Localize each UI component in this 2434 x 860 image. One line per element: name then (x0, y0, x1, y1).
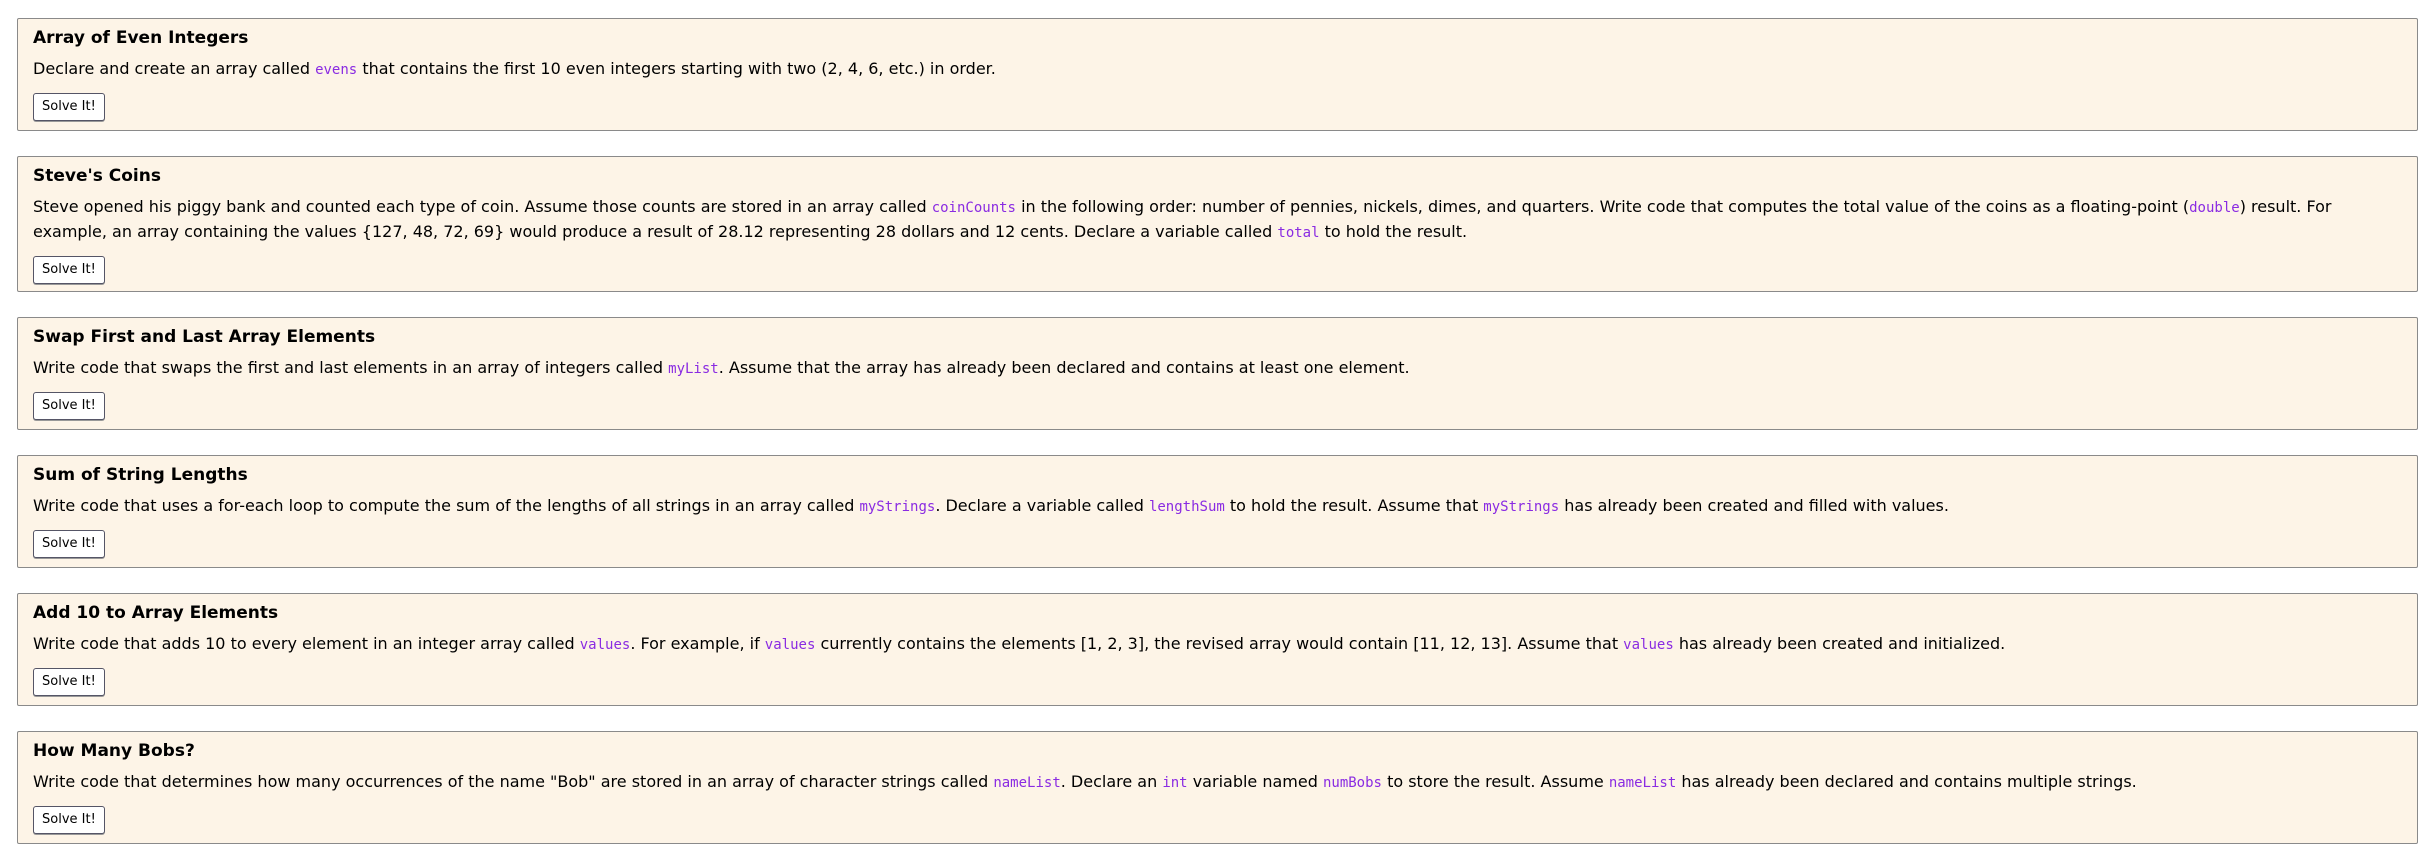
exercise-description: Write code that uses a for-each loop to … (33, 494, 2402, 519)
code-identifier: nameList (993, 775, 1061, 791)
solve-it-button[interactable]: Solve It! (33, 530, 105, 558)
exercise-title: Add 10 to Array Elements (33, 603, 279, 623)
desc-text: Write code that determines how many occu… (33, 772, 994, 791)
exercise-title: Steve's Coins (33, 166, 161, 186)
code-identifier: int (1162, 775, 1188, 791)
code-identifier: myStrings (1483, 499, 1560, 515)
desc-text: Write code that uses a for-each loop to … (33, 496, 860, 515)
exercise-description: Steve opened his piggy bank and counted … (33, 195, 2402, 245)
solve-it-button[interactable]: Solve It! (33, 668, 105, 696)
desc-text: in the following order: number of pennie… (1015, 197, 2190, 216)
exercise-card-array-of-even-integers: Array of Even Integers Declare and creat… (17, 18, 2418, 131)
exercise-card-sum-of-string-lengths: Sum of String Lengths Write code that us… (17, 455, 2418, 568)
exercise-card-how-many-bobs: How Many Bobs? Write code that determine… (17, 731, 2418, 844)
solve-it-button[interactable]: Solve It! (33, 93, 105, 121)
exercise-description: Write code that swaps the first and last… (33, 356, 2402, 381)
solve-it-button[interactable]: Solve It! (33, 392, 105, 420)
exercise-card-add-10-to-array-elements: Add 10 to Array Elements Write code that… (17, 593, 2418, 706)
desc-text: Write code that swaps the first and last… (33, 358, 669, 377)
desc-text: . Declare an (1060, 772, 1163, 791)
exercise-card-steves-coins: Steve's Coins Steve opened his piggy ban… (17, 156, 2418, 292)
desc-text: has already been declared and contains m… (1676, 772, 2137, 791)
code-identifier: values (1623, 637, 1674, 653)
code-identifier: numBobs (1322, 775, 1382, 791)
solve-it-button[interactable]: Solve It! (33, 256, 105, 284)
desc-text: that contains the first 10 even integers… (357, 59, 996, 78)
desc-text: currently contains the elements [1, 2, 3… (815, 634, 1624, 653)
code-identifier: nameList (1608, 775, 1677, 791)
code-identifier: myList (668, 361, 719, 377)
code-identifier: values (764, 637, 816, 653)
code-identifier: coinCounts (931, 200, 1016, 216)
desc-text: Declare and create an array called (33, 59, 316, 78)
desc-text: . For example, if (630, 634, 765, 653)
desc-text: has already been created and initialized… (1673, 634, 2006, 653)
desc-text: to hold the result. (1319, 222, 1468, 241)
desc-text: to store the result. Assume (1381, 772, 1609, 791)
code-identifier: values (579, 637, 631, 653)
exercise-description: Write code that determines how many occu… (33, 770, 2402, 795)
desc-text: to hold the result. Assume that (1224, 496, 1484, 515)
desc-text: variable named (1187, 772, 1323, 791)
desc-text: . Assume that the array has already been… (718, 358, 1410, 377)
desc-text: has already been created and filled with… (1559, 496, 1949, 515)
solve-it-button[interactable]: Solve It! (33, 806, 105, 834)
exercise-title: How Many Bobs? (33, 741, 195, 761)
desc-text: . Declare a variable called (935, 496, 1149, 515)
desc-text: Steve opened his piggy bank and counted … (33, 197, 932, 216)
exercise-title: Swap First and Last Array Elements (33, 327, 376, 347)
code-identifier: total (1277, 225, 1320, 241)
code-identifier: evens (315, 62, 358, 78)
exercise-title: Sum of String Lengths (33, 465, 248, 485)
code-identifier: myStrings (859, 499, 936, 515)
exercise-description: Write code that adds 10 to every element… (33, 632, 2402, 657)
exercise-description: Declare and create an array called evens… (33, 57, 2402, 82)
exercise-card-swap-first-last: Swap First and Last Array Elements Write… (17, 317, 2418, 430)
exercise-title: Array of Even Integers (33, 28, 249, 48)
code-identifier: lengthSum (1148, 499, 1225, 515)
code-identifier: double (2189, 200, 2240, 216)
desc-text: Write code that adds 10 to every element… (33, 634, 580, 653)
